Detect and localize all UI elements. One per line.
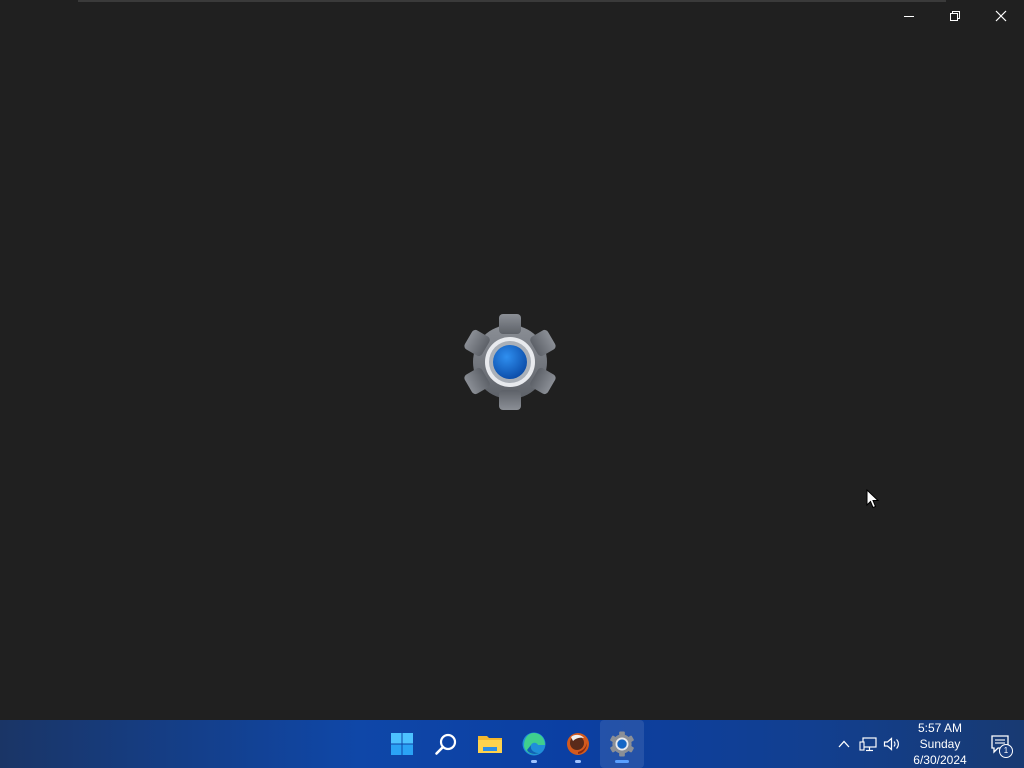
- minimize-icon: [904, 16, 914, 17]
- running-indicator: [575, 760, 581, 763]
- file-explorer-button[interactable]: [468, 720, 512, 768]
- notification-count-badge: 1: [999, 744, 1013, 758]
- mouse-cursor-icon: [866, 489, 880, 509]
- clock-day: Sunday: [919, 737, 961, 751]
- folder-icon: [478, 736, 502, 753]
- network-icon: [859, 737, 877, 752]
- minimize-button[interactable]: [886, 0, 932, 32]
- taskbar-apps: [380, 720, 644, 768]
- search-icon: [435, 733, 457, 755]
- restore-icon: [950, 11, 960, 21]
- show-hidden-icons-button[interactable]: [832, 720, 856, 768]
- title-bar-strip: [78, 0, 946, 2]
- chevron-up-icon: [838, 740, 850, 748]
- globe-browser-icon: [567, 733, 589, 755]
- close-button[interactable]: [978, 0, 1024, 32]
- settings-gear-icon: [464, 314, 556, 410]
- browser-button[interactable]: [556, 720, 600, 768]
- clock-time: 5:57 AM: [917, 721, 963, 735]
- settings-taskbar-button[interactable]: [600, 720, 644, 768]
- window-caption-controls: [886, 0, 1024, 32]
- notification-center-button[interactable]: 1: [984, 720, 1016, 768]
- settings-window: [0, 0, 1024, 720]
- start-button[interactable]: [380, 720, 424, 768]
- settings-gear-icon: [610, 731, 634, 757]
- volume-icon: [883, 737, 899, 751]
- edge-icon: [522, 732, 546, 756]
- taskbar-clock[interactable]: 5:57 AM Sunday 6/30/2024: [900, 720, 980, 768]
- clock-date: 6/30/2024: [913, 753, 967, 767]
- edge-button[interactable]: [512, 720, 556, 768]
- network-button[interactable]: [856, 720, 880, 768]
- close-icon: [995, 10, 1007, 22]
- running-indicator: [531, 760, 537, 763]
- search-button[interactable]: [424, 720, 468, 768]
- restore-button[interactable]: [932, 0, 978, 32]
- active-indicator: [615, 760, 629, 763]
- system-tray: [832, 720, 904, 768]
- windows-start-icon: [391, 733, 413, 755]
